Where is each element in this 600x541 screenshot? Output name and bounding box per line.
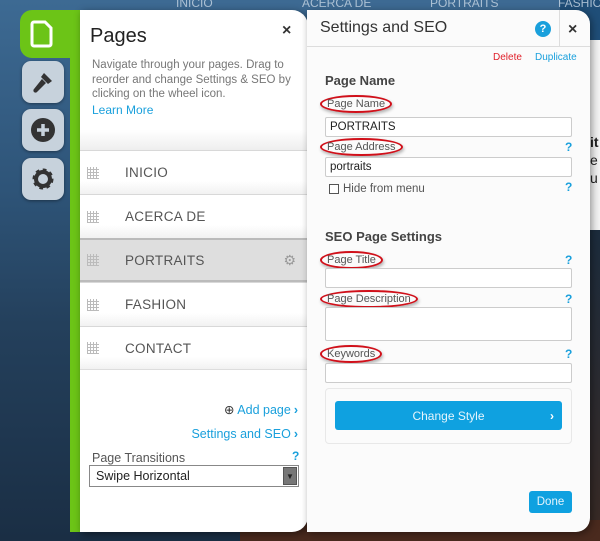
page-transitions-label: Page Transitions <box>92 451 186 465</box>
help-icon[interactable]: ? <box>565 140 572 154</box>
page-list-item-selected[interactable]: PORTRAITS ⚙ <box>80 238 308 282</box>
page-address-label: Page Address <box>320 138 403 156</box>
seo-settings-heading: SEO Page Settings <box>325 229 443 244</box>
hide-from-menu-checkbox[interactable] <box>329 184 339 194</box>
bg-text: it <box>590 134 599 150</box>
keywords-label: Keywords <box>320 345 383 363</box>
add-icon: ⊕ <box>224 403 238 417</box>
page-label: CONTACT <box>125 340 192 356</box>
pages-panel: Pages × Navigate through your pages. Dra… <box>80 10 308 532</box>
change-style-button[interactable]: Change Style › <box>335 401 562 430</box>
help-icon[interactable]: ? <box>565 253 572 267</box>
page-description-label: Page Description <box>320 290 418 308</box>
pages-title: Pages <box>90 25 147 47</box>
divider <box>80 130 308 150</box>
settings-title: Settings and SEO <box>320 19 448 36</box>
site-nav-background: INICIO ACERCA DE PORTRAITS FASHIO <box>0 0 600 10</box>
page-label: FASHION <box>125 297 187 312</box>
chevron-right-icon: › <box>293 427 298 441</box>
page-list-item[interactable]: CONTACT <box>80 326 308 370</box>
site-nav-item: INICIO <box>176 0 213 10</box>
page-title-input[interactable] <box>325 268 572 288</box>
drag-handle-icon[interactable] <box>87 342 99 354</box>
add-page-label: Add page <box>237 403 291 417</box>
settings-seo-link[interactable]: Settings and SEO › <box>191 427 298 441</box>
bg-text: e <box>590 152 598 168</box>
drag-handle-icon[interactable] <box>87 254 99 266</box>
page-label: ACERCA DE <box>125 209 206 224</box>
page-list-item[interactable]: FASHION <box>80 282 308 326</box>
help-icon[interactable]: ? <box>565 180 572 194</box>
keywords-input[interactable] <box>325 363 572 383</box>
divider <box>307 46 590 47</box>
page-description-textarea[interactable] <box>325 307 572 341</box>
chevron-down-icon[interactable]: ▼ <box>283 467 297 485</box>
pages-close-button[interactable]: × <box>282 22 291 40</box>
help-icon[interactable]: ? <box>565 347 572 361</box>
paintbrush-icon <box>33 73 52 93</box>
select-value: Swipe Horizontal <box>96 469 190 483</box>
page-label: INICIO <box>125 165 169 180</box>
help-icon[interactable]: ? <box>292 449 299 463</box>
gear-icon[interactable]: ⚙ <box>283 252 296 269</box>
page-name-input[interactable]: PORTRAITS <box>325 117 572 137</box>
help-icon[interactable]: ? <box>535 21 551 37</box>
delete-link[interactable]: Delete <box>493 52 522 63</box>
done-button[interactable]: Done <box>529 491 572 513</box>
page-list-item[interactable]: INICIO <box>80 150 308 194</box>
divider <box>559 10 560 46</box>
drag-handle-icon[interactable] <box>87 166 99 179</box>
pages-description: Navigate through your pages. Drag to reo… <box>92 59 291 100</box>
change-style-label: Change Style <box>412 408 485 423</box>
settings-seo-panel: Settings and SEO ? × Delete Duplicate Pa… <box>307 10 590 532</box>
site-nav-item: ACERCA DE <box>302 0 372 10</box>
hide-from-menu-label: Hide from menu <box>343 183 425 195</box>
toolbar-add-button[interactable] <box>22 109 64 151</box>
page-name-heading: Page Name <box>325 73 396 88</box>
bg-text: u <box>590 170 598 186</box>
add-page-link[interactable]: ⊕ Add page › <box>224 402 298 417</box>
toolbar-settings-button[interactable] <box>22 158 64 200</box>
site-nav-item: FASHIO <box>558 0 600 10</box>
duplicate-link[interactable]: Duplicate <box>535 52 577 63</box>
drag-handle-icon[interactable] <box>87 298 99 311</box>
page-address-input[interactable]: portraits <box>325 157 572 177</box>
settings-close-button[interactable]: × <box>568 21 577 39</box>
drag-handle-icon[interactable] <box>87 210 99 223</box>
page-name-label: Page Name <box>320 95 393 113</box>
toolbar-design-button[interactable] <box>22 61 64 103</box>
page-list-item[interactable]: ACERCA DE <box>80 194 308 238</box>
page-title-label: Page Title <box>320 251 383 269</box>
page-label: PORTRAITS <box>125 252 205 268</box>
learn-more-link[interactable]: Learn More <box>92 103 153 117</box>
page-transitions-select[interactable]: Swipe Horizontal ▼ <box>89 465 299 487</box>
help-icon[interactable]: ? <box>565 292 572 306</box>
site-nav-item: PORTRAITS <box>430 0 499 10</box>
add-icon <box>31 118 55 142</box>
gear-icon <box>32 168 54 190</box>
chevron-right-icon: › <box>293 403 298 417</box>
settings-seo-label: Settings and SEO <box>191 427 291 441</box>
chevron-right-icon: › <box>550 408 554 423</box>
